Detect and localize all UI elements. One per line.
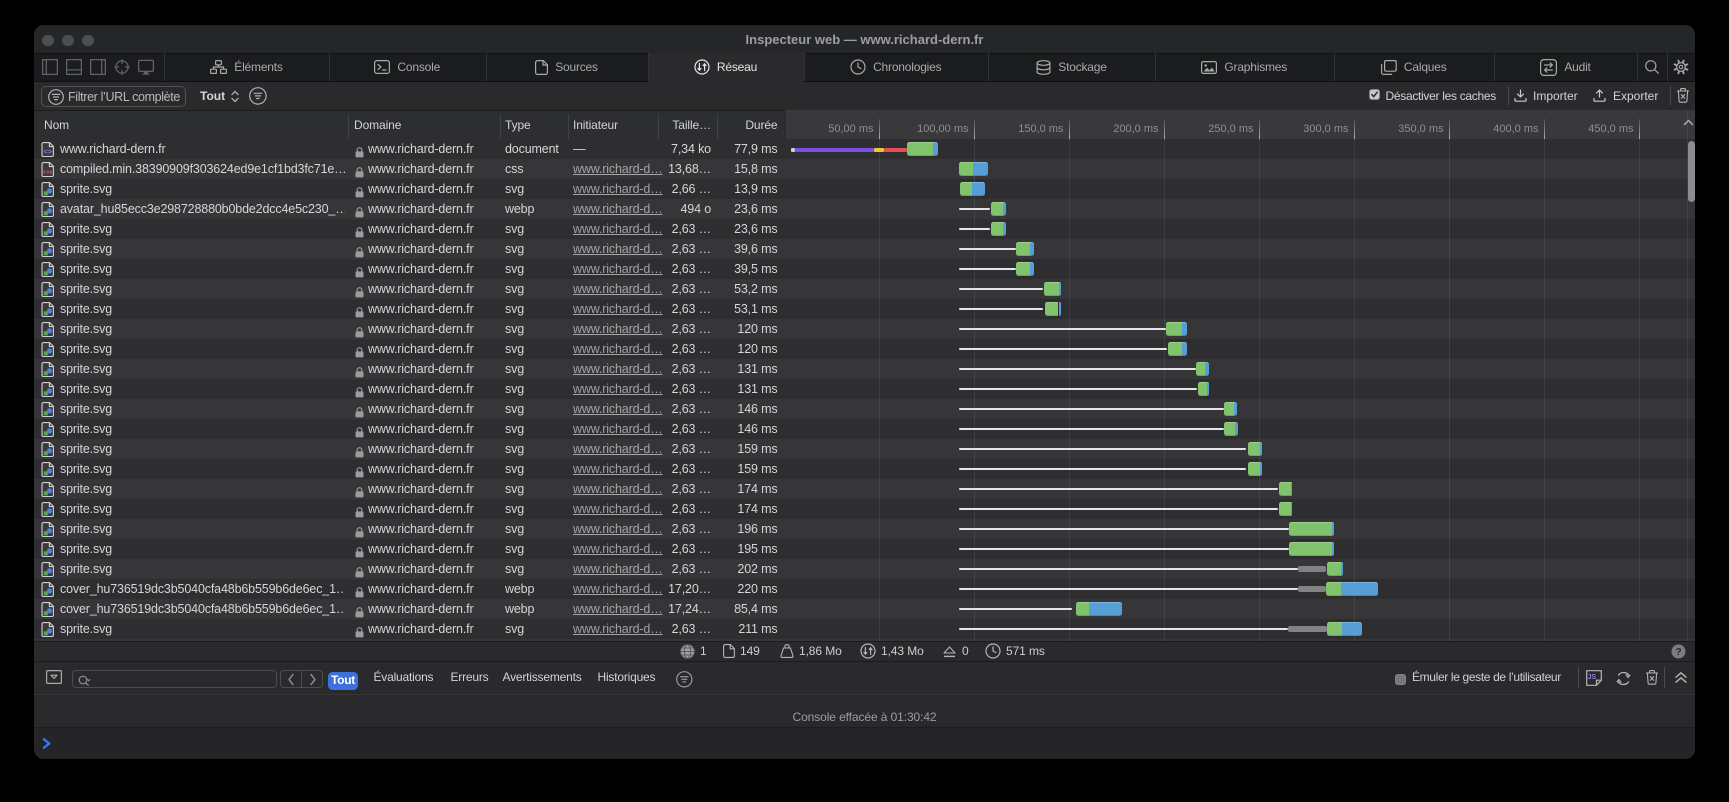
svg-text:css: css: [43, 169, 52, 175]
svg-text:?: ?: [1675, 647, 1681, 658]
svg-text:JS: JS: [1588, 674, 1597, 681]
svg-text:<>: <>: [44, 148, 52, 156]
